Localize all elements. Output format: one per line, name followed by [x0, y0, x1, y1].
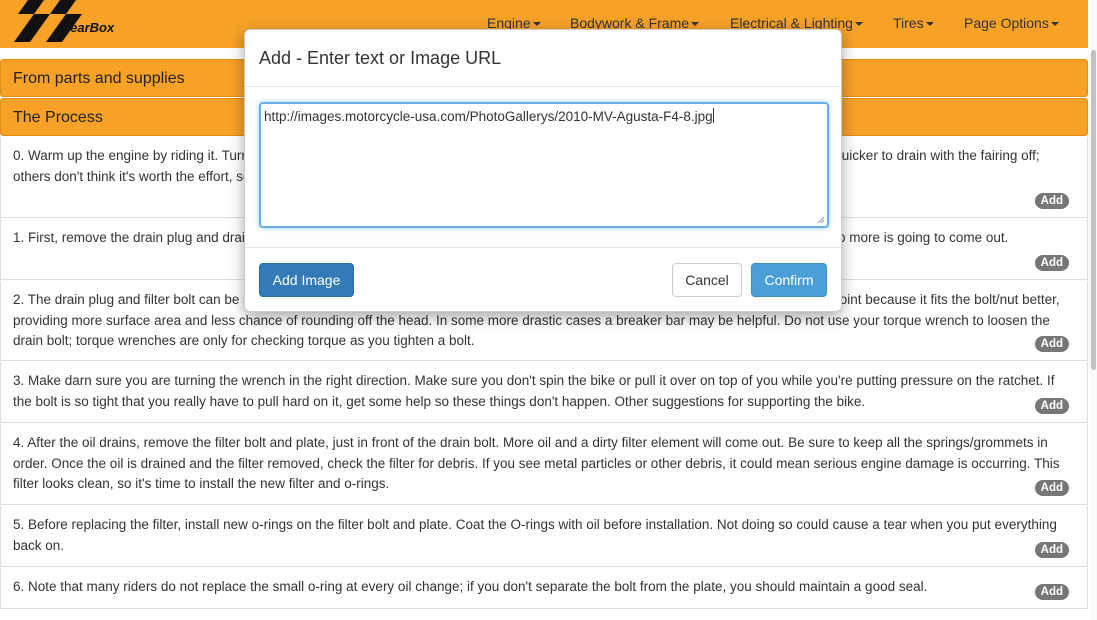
- modal-title: Add - Enter text or Image URL: [259, 48, 502, 68]
- add-image-button[interactable]: Add Image: [259, 263, 354, 297]
- confirm-button[interactable]: Confirm: [751, 263, 827, 297]
- add-content-modal: Add - Enter text or Image URL http://ima…: [244, 29, 842, 312]
- cancel-button[interactable]: Cancel: [672, 263, 742, 297]
- image-url-value: http://images.motorcycle-usa.com/PhotoGa…: [264, 109, 713, 124]
- modal-divider: [245, 86, 841, 87]
- text-cursor: [712, 108, 714, 123]
- modal-footer-divider: [245, 247, 841, 248]
- resize-handle-icon[interactable]: [817, 216, 825, 224]
- image-url-textarea[interactable]: http://images.motorcycle-usa.com/PhotoGa…: [259, 102, 829, 228]
